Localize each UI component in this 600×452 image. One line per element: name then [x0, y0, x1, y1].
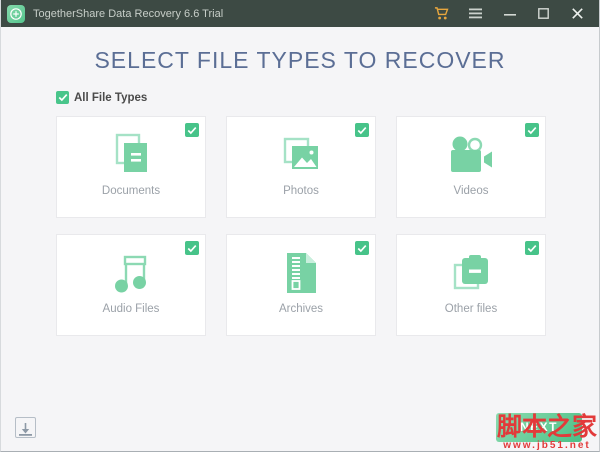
card-label: Photos	[283, 185, 319, 197]
window-title: TogetherShare Data Recovery 6.6 Trial	[33, 7, 224, 20]
next-button[interactable]: NEXT	[496, 412, 582, 442]
checkbox-checked-icon[interactable]	[525, 123, 539, 137]
checkbox-checked-icon[interactable]	[525, 241, 539, 255]
card-label: Audio Files	[102, 303, 160, 315]
card-archives[interactable]: Archives	[226, 234, 376, 336]
card-label: Archives	[278, 303, 324, 315]
card-label: Other files	[444, 303, 498, 315]
close-icon[interactable]	[570, 6, 585, 22]
card-other-files[interactable]: Other files	[396, 234, 546, 336]
photos-icon	[278, 131, 324, 179]
checkbox-checked-icon[interactable]	[185, 241, 199, 255]
card-audio-files[interactable]: Audio Files	[56, 234, 206, 336]
download-tray-icon[interactable]	[15, 416, 36, 438]
footer-bar: NEXT	[1, 403, 599, 451]
other-files-icon	[448, 249, 494, 297]
file-type-grid: Documents Photos Videos Audio Files Arch…	[56, 116, 546, 336]
archives-icon	[280, 249, 322, 297]
card-documents[interactable]: Documents	[56, 116, 206, 218]
select-all-checkbox[interactable]: All File Types	[56, 91, 599, 104]
checkbox-checked-icon[interactable]	[185, 123, 199, 137]
app-window: TogetherShare Data Recovery 6.6 Trial SE…	[0, 0, 600, 452]
maximize-icon[interactable]	[536, 6, 551, 22]
documents-icon	[108, 131, 154, 179]
card-videos[interactable]: Videos	[396, 116, 546, 218]
checkbox-checked-icon[interactable]	[355, 123, 369, 137]
titlebar: TogetherShare Data Recovery 6.6 Trial	[1, 0, 599, 27]
card-photos[interactable]: Photos	[226, 116, 376, 218]
checkbox-checked-icon[interactable]	[56, 91, 69, 104]
hamburger-menu-icon[interactable]	[468, 6, 483, 22]
page-title: SELECT FILE TYPES TO RECOVER	[94, 47, 506, 73]
card-label: Videos	[453, 185, 489, 197]
audio-files-icon	[108, 249, 154, 297]
select-all-label: All File Types	[74, 91, 148, 104]
shopping-cart-icon[interactable]	[434, 6, 449, 22]
app-logo-icon	[7, 4, 25, 23]
videos-icon	[446, 131, 496, 179]
checkbox-checked-icon[interactable]	[355, 241, 369, 255]
minimize-icon[interactable]	[502, 6, 517, 22]
card-label: Documents	[101, 185, 161, 197]
